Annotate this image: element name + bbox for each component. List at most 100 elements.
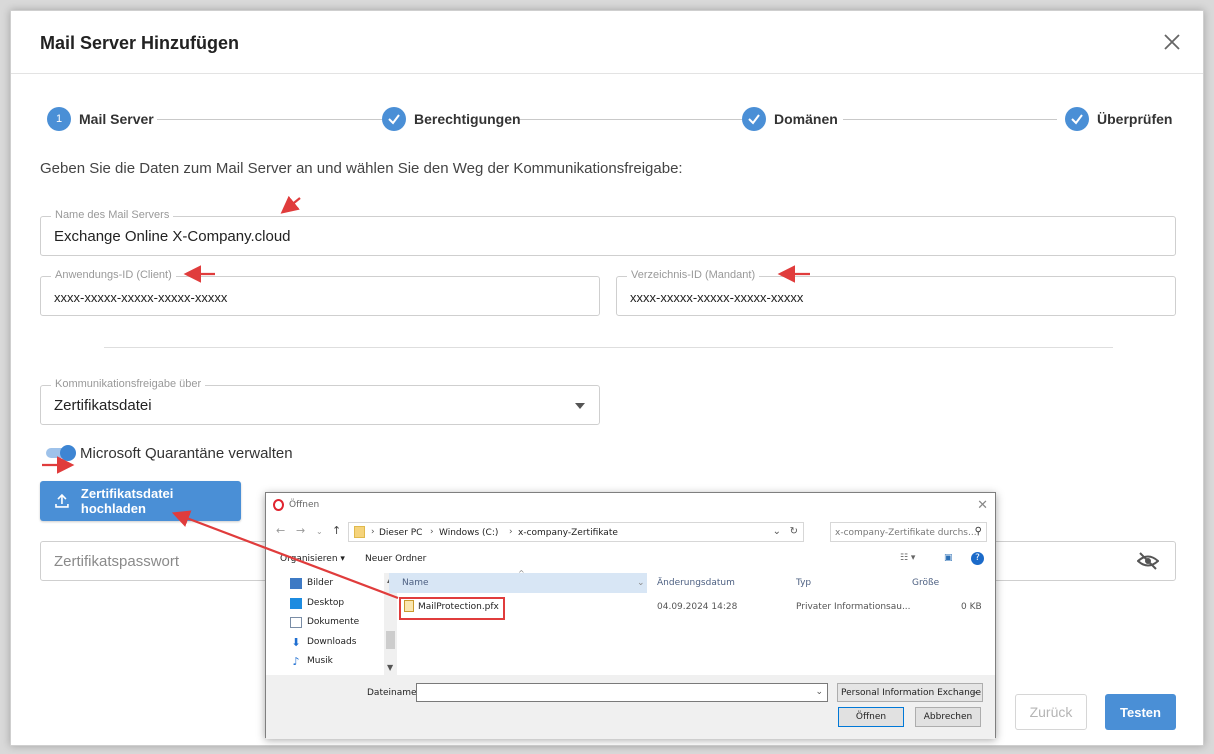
- desktop-icon: [290, 597, 302, 609]
- test-button[interactable]: Testen: [1105, 694, 1176, 730]
- step-label: Berechtigungen: [414, 111, 521, 127]
- step-domaenen[interactable]: Domänen: [742, 106, 838, 132]
- field-label: Kommunikationsfreigabe über: [51, 378, 206, 390]
- step-label: Mail Server: [79, 111, 154, 127]
- file-highlight-box: [399, 597, 505, 620]
- check-icon: [1065, 107, 1089, 131]
- file-dialog-toolbar: Organisieren ▾ Neuer Ordner ☷ ▾ ▣ ?: [266, 549, 995, 571]
- sort-up-icon: ^: [518, 569, 525, 578]
- cancel-button[interactable]: Abbrechen: [915, 707, 981, 727]
- nav-item-desktop[interactable]: Desktop: [290, 595, 380, 611]
- nav-item-label: Bilder: [307, 578, 334, 588]
- filename-input[interactable]: ⌄: [416, 683, 828, 702]
- back-button[interactable]: Zurück: [1015, 694, 1087, 730]
- breadcrumb-item[interactable]: Windows (C:): [439, 528, 498, 538]
- field-value: Exchange Online X-Company.cloud: [54, 228, 291, 245]
- eye-off-icon[interactable]: [1137, 552, 1159, 570]
- field-value: Zertifikatsdatei: [54, 397, 152, 414]
- back-arrow-icon[interactable]: ←: [276, 524, 285, 537]
- dir-id-field[interactable]: Verzeichnis-ID (Mandant) xxxx-xxxxx-xxxx…: [616, 269, 1176, 316]
- breadcrumb-item[interactable]: x-company-Zertifikate: [518, 528, 618, 538]
- documents-icon: [290, 616, 302, 628]
- file-type-select[interactable]: Personal Information Exchange ⌄: [837, 683, 983, 702]
- chevron-down-icon[interactable]: ⌄: [637, 573, 645, 593]
- toggle-knob: [60, 445, 76, 461]
- field-value: xxxx-xxxxx-xxxxx-xxxxx-xxxxx: [630, 290, 804, 305]
- step-label: Überprüfen: [1097, 111, 1173, 127]
- file-search-input[interactable]: x-company-Zertifikate durchs... ⚲: [830, 522, 987, 542]
- file-type: Privater Informationsau...: [796, 602, 911, 612]
- nav-item-bilder[interactable]: Bilder: [290, 575, 380, 591]
- chevron-right-icon: ›: [430, 527, 434, 537]
- nav-item-label: Downloads: [307, 637, 357, 647]
- nav-item-downloads[interactable]: ⬇ Downloads: [290, 634, 380, 650]
- quarantine-toggle[interactable]: [46, 445, 76, 461]
- close-icon[interactable]: [1161, 31, 1183, 53]
- password-placeholder: Zertifikatspasswort: [54, 553, 180, 570]
- nav-item-musik[interactable]: ♪ Musik: [290, 653, 380, 669]
- folder-icon: [354, 526, 365, 538]
- address-bar[interactable]: › Dieser PC › Windows (C:) › x-company-Z…: [348, 522, 804, 542]
- comm-select[interactable]: Kommunikationsfreigabe über Zertifikatsd…: [40, 378, 600, 425]
- search-placeholder: x-company-Zertifikate durchs...: [835, 528, 977, 538]
- step-number: 1: [47, 107, 71, 131]
- chevron-down-icon: [575, 403, 585, 409]
- chevron-right-icon: ›: [509, 527, 513, 537]
- column-header-type[interactable]: Typ: [796, 573, 811, 593]
- nav-item-label: Dokumente: [307, 617, 360, 627]
- up-arrow-icon[interactable]: ↑: [332, 524, 341, 537]
- step-connector: [157, 119, 383, 120]
- new-folder-button[interactable]: Neuer Ordner: [365, 554, 426, 564]
- open-button[interactable]: Öffnen: [838, 707, 904, 727]
- file-dialog-titlebar: Öffnen ✕: [266, 493, 995, 517]
- music-icon: ♪: [292, 654, 300, 668]
- nav-item-label: Musik: [307, 656, 333, 666]
- field-label: Name des Mail Servers: [51, 209, 174, 221]
- nav-item-dokumente[interactable]: Dokumente: [290, 614, 380, 630]
- file-dialog-title: Öffnen: [289, 500, 320, 510]
- section-divider: [104, 347, 1113, 348]
- forward-arrow-icon[interactable]: →: [296, 524, 305, 537]
- field-label: Anwendungs-ID (Client): [51, 269, 176, 281]
- check-icon: [742, 107, 766, 131]
- close-icon[interactable]: ✕: [977, 498, 988, 513]
- search-icon: ⚲: [974, 526, 982, 537]
- column-header-size[interactable]: Größe: [912, 573, 939, 593]
- chevron-down-icon[interactable]: ⌄: [773, 526, 781, 537]
- file-size: 0 KB: [961, 602, 982, 612]
- chevron-down-icon[interactable]: ⌄: [316, 527, 323, 536]
- stepper: 1 Mail Server Berechtigungen Domänen Übe…: [47, 106, 1172, 136]
- dialog-title: Mail Server Hinzufügen: [40, 33, 240, 53]
- file-type-value: Personal Information Exchange: [841, 688, 982, 698]
- chevron-down-icon: ⌄: [970, 687, 978, 697]
- app-id-field[interactable]: Anwendungs-ID (Client) xxxx-xxxxx-xxxxx-…: [40, 269, 600, 316]
- server-name-field[interactable]: Name des Mail Servers Exchange Online X-…: [40, 209, 1176, 256]
- step-connector: [843, 119, 1057, 120]
- breadcrumb-item[interactable]: Dieser PC: [379, 528, 422, 538]
- column-header-date[interactable]: Änderungsdatum: [657, 573, 735, 593]
- step-ueberpruefen[interactable]: Überprüfen: [1065, 106, 1172, 132]
- check-icon: [382, 107, 406, 131]
- field-value: xxxx-xxxxx-xxxxx-xxxxx-xxxxx: [54, 290, 228, 305]
- download-icon: ⬇: [291, 635, 301, 649]
- organize-menu[interactable]: Organisieren ▾: [280, 554, 345, 564]
- view-options-icon[interactable]: ☷ ▾: [900, 553, 915, 563]
- help-icon[interactable]: ?: [971, 552, 984, 565]
- step-mail-server[interactable]: 1 Mail Server: [47, 106, 154, 132]
- upload-certificate-button[interactable]: Zertifikatsdatei hochladen: [40, 481, 241, 521]
- pictures-icon: [290, 577, 302, 589]
- chevron-down-icon[interactable]: ⌄: [815, 687, 823, 697]
- opera-logo-icon: [273, 499, 284, 511]
- chevron-right-icon: ›: [371, 527, 375, 537]
- step-connector: [518, 119, 744, 120]
- preview-pane-icon[interactable]: ▣: [944, 553, 953, 563]
- column-header-name[interactable]: Name: [402, 573, 429, 593]
- step-berechtigungen[interactable]: Berechtigungen: [382, 106, 521, 132]
- intro-text: Geben Sie die Daten zum Mail Server an u…: [40, 160, 683, 177]
- refresh-icon[interactable]: ↻: [790, 526, 798, 537]
- file-dialog-footer: Dateiname: ⌄ Personal Information Exchan…: [266, 675, 995, 739]
- field-label: Verzeichnis-ID (Mandant): [627, 269, 760, 281]
- nav-item-label: Desktop: [307, 598, 345, 608]
- file-date: 04.09.2024 14:28: [657, 602, 738, 612]
- dialog-header: Mail Server Hinzufügen: [11, 11, 1203, 74]
